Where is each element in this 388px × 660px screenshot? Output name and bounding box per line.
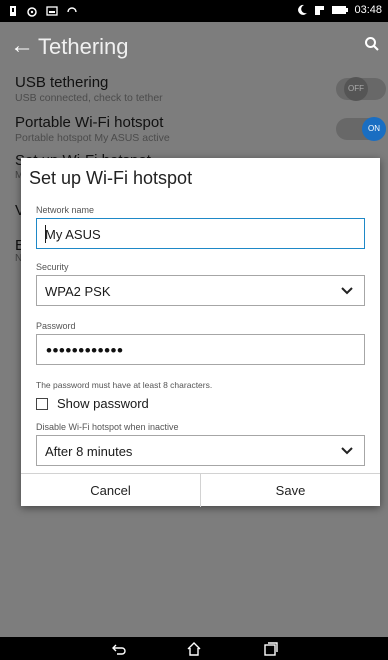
- save-button[interactable]: Save: [201, 474, 380, 507]
- security-select[interactable]: WPA2 PSK: [36, 275, 365, 306]
- usb-tethering-title: USB tethering: [15, 74, 109, 91]
- cancel-button[interactable]: Cancel: [21, 474, 200, 507]
- data-icon: [315, 6, 326, 15]
- clock: 03:48: [354, 4, 382, 16]
- chevron-down-icon: [341, 447, 353, 455]
- page-title: Tethering: [38, 34, 129, 59]
- portable-hotspot-subtitle: Portable hotspot My ASUS active: [15, 132, 170, 144]
- security-label: Security: [36, 262, 69, 272]
- portable-hotspot-toggle[interactable]: ON: [336, 117, 386, 141]
- usb-tethering-subtitle: USB connected, check to tether: [15, 92, 163, 104]
- sync-icon: [67, 7, 77, 13]
- navigation-bar: [0, 637, 388, 660]
- show-password-label[interactable]: Show password: [57, 396, 149, 411]
- dialog-actions: Cancel Save: [21, 473, 380, 507]
- security-value: WPA2 PSK: [45, 284, 111, 299]
- toggle-knob: ON: [362, 117, 386, 141]
- show-password-checkbox[interactable]: [36, 398, 48, 410]
- disable-hotspot-label: Disable Wi-Fi hotspot when inactive: [36, 422, 179, 432]
- network-name-field[interactable]: My ASUS: [36, 218, 365, 249]
- usb-tethering-toggle[interactable]: OFF: [336, 77, 386, 101]
- portable-hotspot-row[interactable]: Portable Wi-Fi hotspot Portable hotspot …: [0, 110, 388, 150]
- password-field[interactable]: ••••••••••••: [36, 334, 365, 365]
- password-hint: The password must have at least 8 charac…: [36, 380, 213, 390]
- cast-icon: [27, 7, 37, 17]
- moon-icon: [298, 4, 308, 15]
- image-icon: [46, 6, 58, 16]
- password-label: Password: [36, 321, 76, 331]
- network-name-label: Network name: [36, 205, 95, 215]
- chevron-down-icon: [341, 287, 353, 295]
- toggle-knob: OFF: [344, 77, 368, 101]
- disable-hotspot-select[interactable]: After 8 minutes: [36, 435, 365, 466]
- disable-hotspot-value: After 8 minutes: [45, 444, 133, 459]
- home-icon[interactable]: [186, 641, 202, 657]
- portable-hotspot-title: Portable Wi-Fi hotspot: [15, 114, 164, 131]
- back-icon[interactable]: [111, 641, 127, 657]
- network-name-value: My ASUS: [45, 227, 101, 242]
- search-icon[interactable]: [364, 36, 380, 52]
- app-bar: ← Tethering: [0, 22, 388, 74]
- password-value: ••••••••••••: [46, 341, 124, 360]
- status-bar: 03:48: [0, 0, 388, 22]
- notification-icon: [10, 6, 16, 16]
- setup-hotspot-dialog: Set up Wi-Fi hotspot Network name My ASU…: [21, 158, 380, 507]
- dialog-title: Set up Wi-Fi hotspot: [29, 168, 193, 188]
- arrow-left-icon[interactable]: ←: [10, 34, 34, 58]
- recents-icon[interactable]: [263, 641, 279, 657]
- usb-tethering-row[interactable]: USB tethering USB connected, check to te…: [0, 70, 388, 110]
- battery-icon: [332, 6, 349, 14]
